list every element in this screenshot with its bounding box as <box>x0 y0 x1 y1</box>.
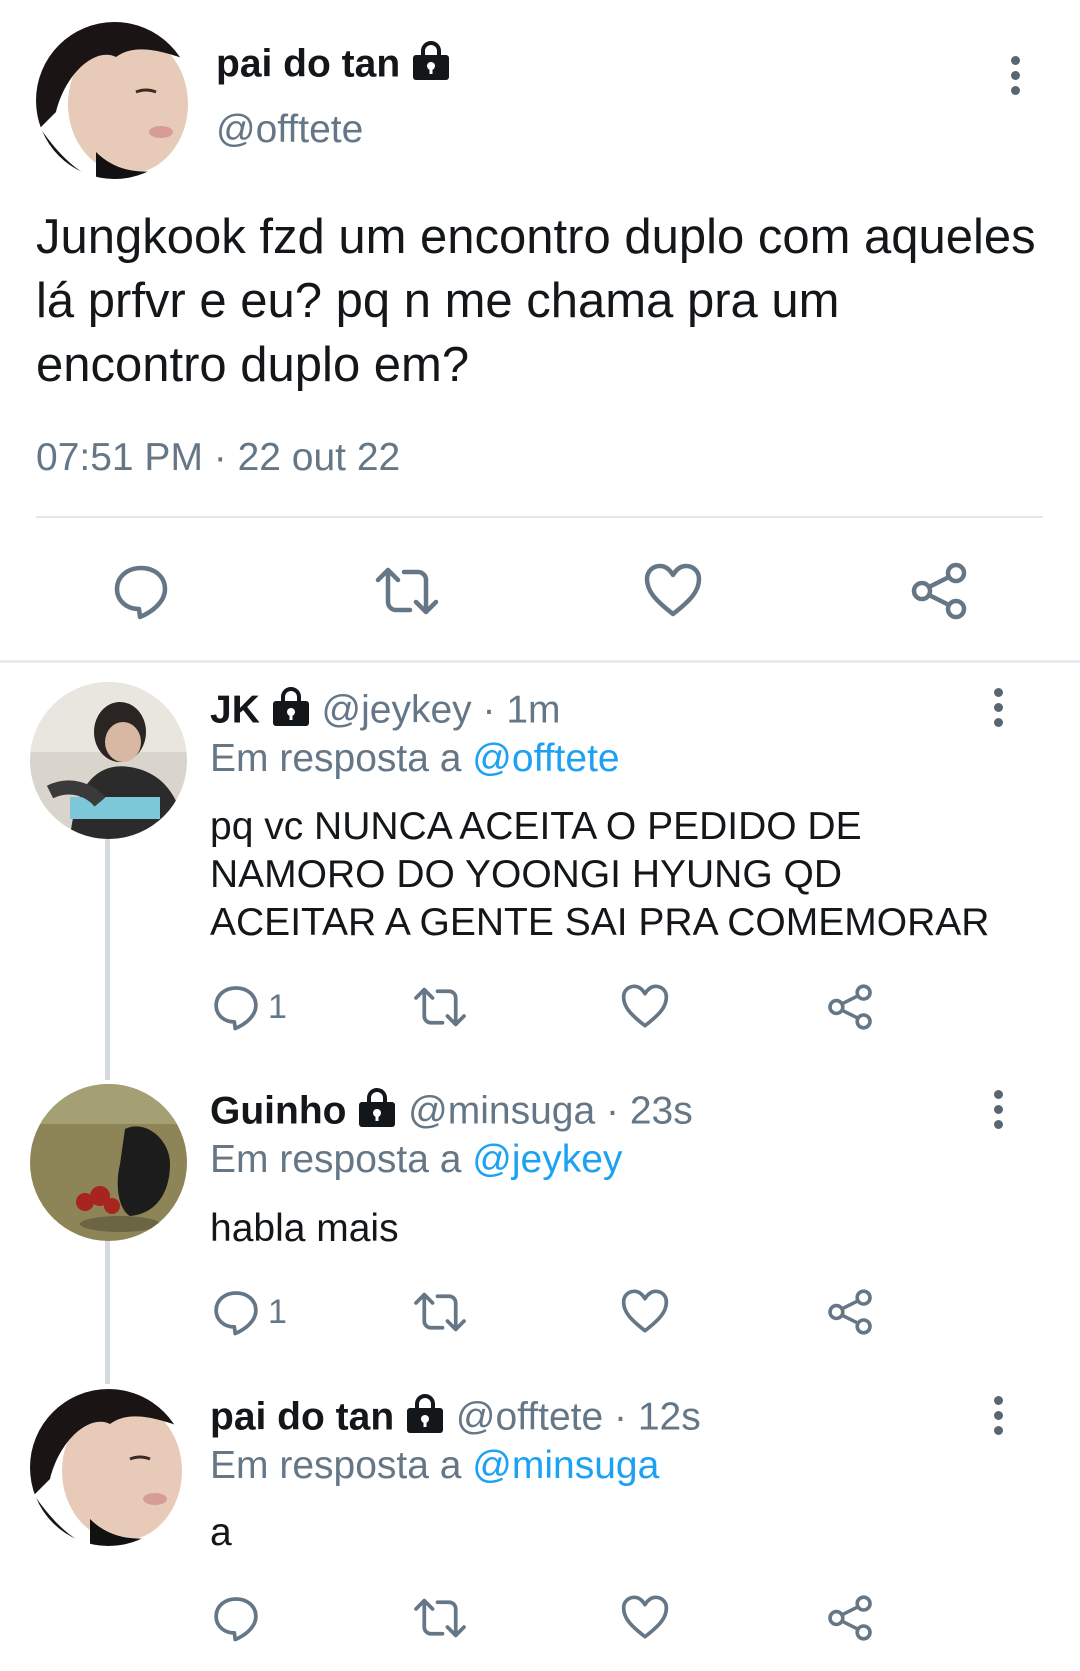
retweet-icon <box>412 983 468 1031</box>
share-icon <box>826 1594 874 1642</box>
avatar[interactable] <box>30 682 187 839</box>
time-ago: · 12s <box>614 1395 701 1439</box>
thread-line <box>105 838 110 1080</box>
lock-icon <box>405 1393 445 1445</box>
display-name[interactable]: Guinho <box>210 1089 346 1132</box>
share-button[interactable] <box>826 1594 874 1642</box>
like-icon <box>620 1594 670 1640</box>
like-icon <box>620 1288 670 1334</box>
reply-button[interactable] <box>112 562 170 620</box>
share-button[interactable] <box>909 562 969 620</box>
reply-to-link[interactable]: @offtete <box>472 737 619 780</box>
reply-icon <box>112 562 170 620</box>
more-options-icon[interactable] <box>992 688 1004 727</box>
reply-icon <box>212 1288 260 1336</box>
share-icon <box>909 562 969 620</box>
like-icon <box>620 983 670 1029</box>
share-icon <box>826 983 874 1031</box>
handle[interactable]: @offtete <box>456 1395 603 1438</box>
time-ago: · 1m <box>482 688 561 732</box>
reply-to-link[interactable]: @minsuga <box>472 1444 659 1487</box>
tweet-text: pq vc NUNCA ACEITA O PEDIDO DE NAMORO DO… <box>210 805 990 944</box>
tweet-text: a <box>210 1511 232 1554</box>
retweet-button[interactable] <box>374 562 440 620</box>
reply-count: 1 <box>268 1292 287 1331</box>
lock-icon <box>411 40 451 92</box>
reply-button[interactable]: 1 <box>212 983 287 1031</box>
lock-icon <box>357 1087 397 1139</box>
retweet-icon <box>412 1594 468 1642</box>
like-button[interactable] <box>620 1288 670 1334</box>
retweet-button[interactable] <box>412 983 468 1031</box>
like-icon <box>643 562 703 618</box>
time-ago: · 23s <box>606 1089 693 1133</box>
tweet-text: habla mais <box>210 1207 399 1250</box>
retweet-icon <box>412 1288 468 1336</box>
handle[interactable]: @jeykey <box>322 688 472 731</box>
reply-context-label: Em resposta a <box>210 737 462 780</box>
reply-count: 1 <box>268 987 287 1026</box>
share-button[interactable] <box>826 983 874 1031</box>
handle[interactable]: @offtete <box>216 108 363 152</box>
more-options-icon[interactable] <box>1009 56 1021 95</box>
retweet-button[interactable] <box>412 1288 468 1336</box>
share-icon <box>826 1288 874 1336</box>
reply-context-label: Em resposta a <box>210 1444 462 1487</box>
reply-context-label: Em resposta a <box>210 1138 462 1181</box>
section-divider <box>0 660 1080 663</box>
avatar[interactable] <box>30 1084 187 1241</box>
retweet-icon <box>374 562 440 620</box>
divider <box>36 516 1043 518</box>
more-options-icon[interactable] <box>992 1396 1004 1435</box>
timestamp[interactable]: 07:51 PM · 22 out 22 <box>36 436 400 480</box>
reply-button[interactable] <box>212 1594 268 1642</box>
thread-line <box>105 1240 110 1384</box>
reply-icon <box>212 983 260 1031</box>
more-options-icon[interactable] <box>992 1090 1004 1129</box>
like-button[interactable] <box>620 1594 670 1640</box>
reply-icon <box>212 1594 260 1642</box>
avatar[interactable] <box>36 22 193 179</box>
share-button[interactable] <box>826 1288 874 1336</box>
handle[interactable]: @minsuga <box>408 1089 595 1132</box>
display-name[interactable]: pai do tan <box>210 1395 394 1438</box>
display-name[interactable]: JK <box>210 688 260 731</box>
reply-to-link[interactable]: @jeykey <box>472 1138 622 1181</box>
avatar[interactable] <box>30 1389 187 1546</box>
retweet-button[interactable] <box>412 1594 468 1642</box>
reply-button[interactable]: 1 <box>212 1288 287 1336</box>
lock-icon <box>271 686 311 738</box>
display-name[interactable]: pai do tan <box>216 42 400 85</box>
tweet-text: Jungkook fzd um encontro duplo com aquel… <box>36 210 1036 392</box>
like-button[interactable] <box>643 562 703 618</box>
like-button[interactable] <box>620 983 670 1029</box>
